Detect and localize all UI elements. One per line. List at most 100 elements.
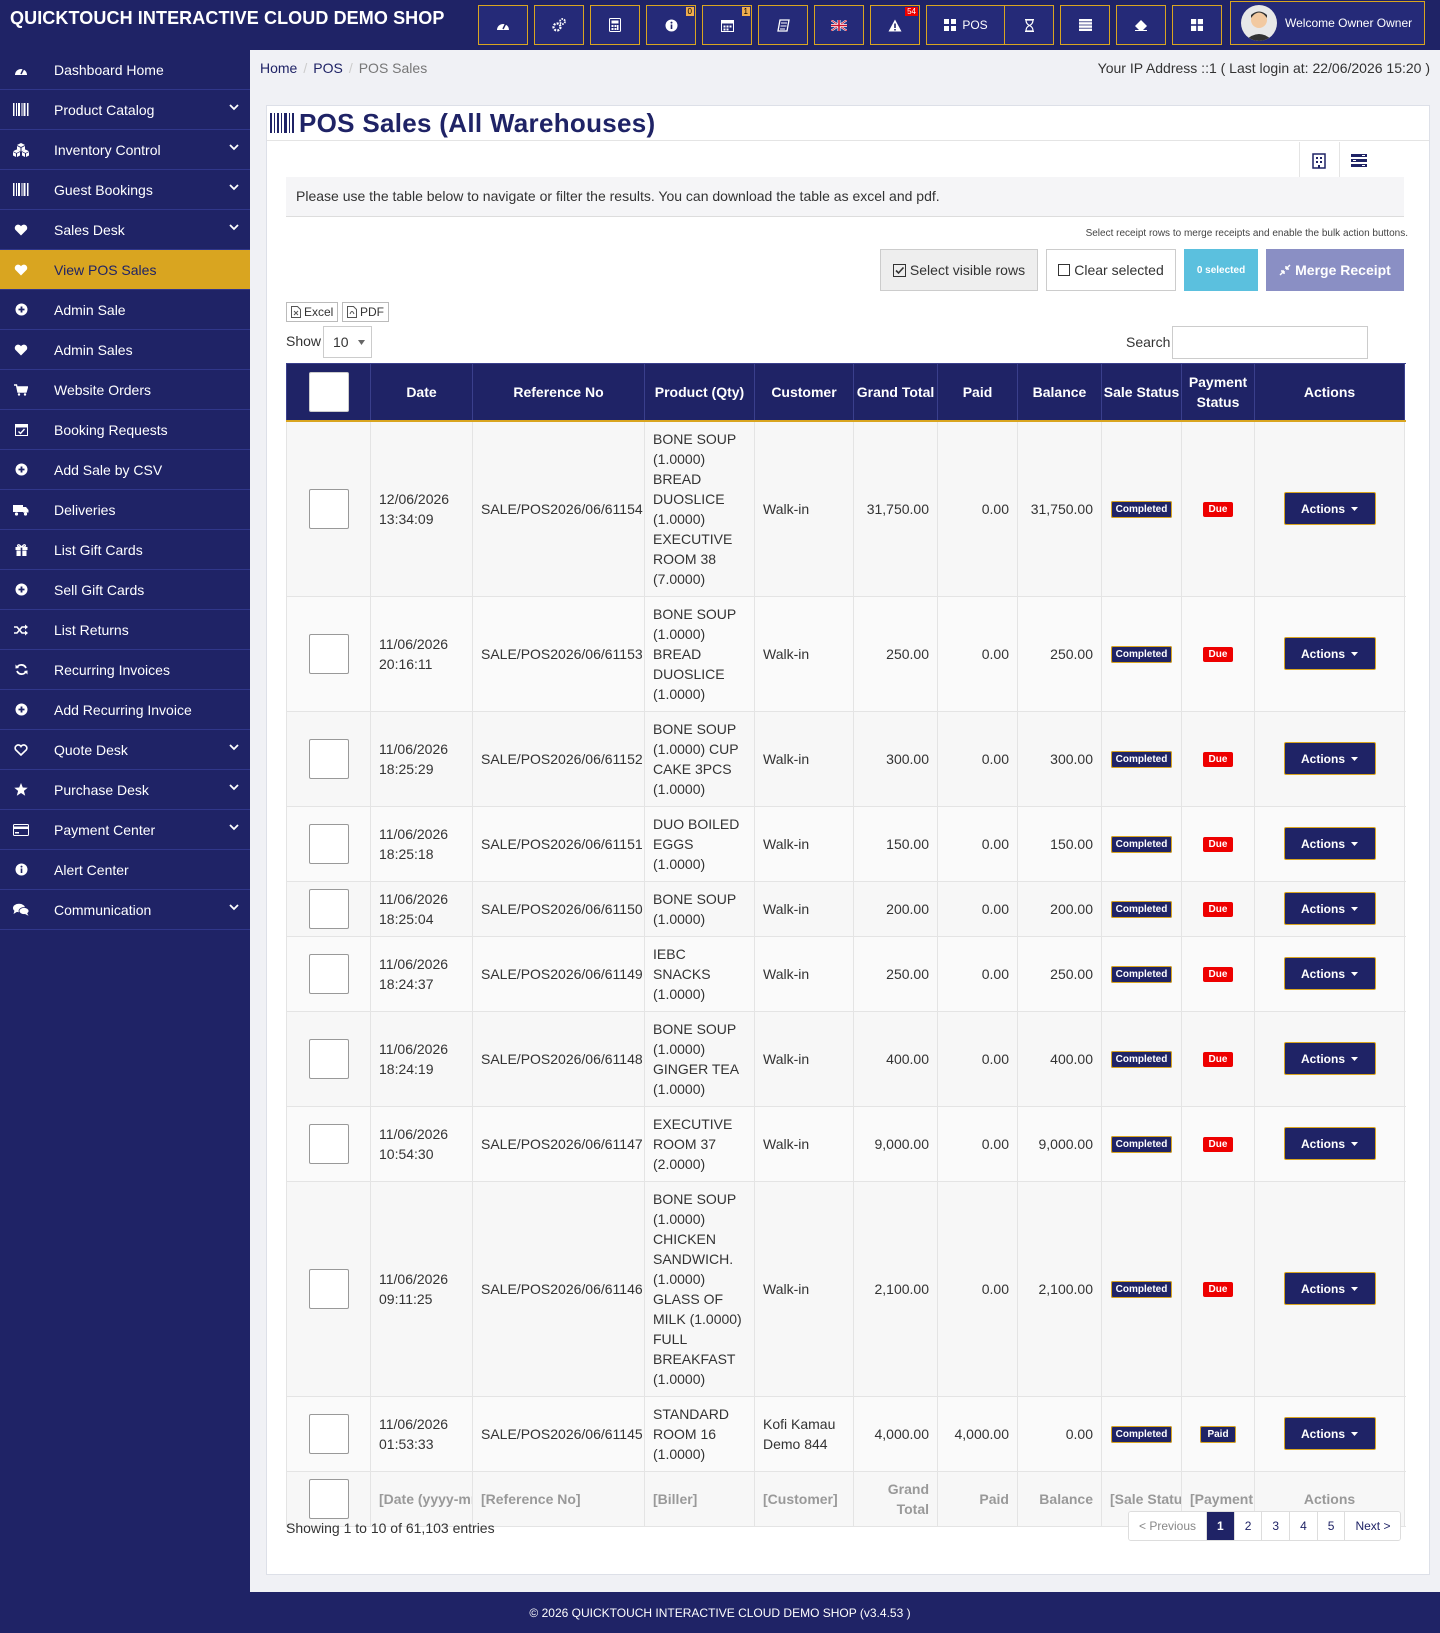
export-pdf-button[interactable]: PDF [342,302,389,322]
actions-dropdown-button[interactable]: Actions [1283,492,1376,525]
column-header-total[interactable]: Grand Total [853,363,938,422]
pagination-next[interactable]: Next > [1345,1512,1401,1540]
table-row[interactable]: 11/06/2026 18:25:18 SALE/POS2026/06/61151… [286,805,1405,882]
register-toolbar-button[interactable] [758,5,808,45]
info-toolbar-button[interactable]: 0 [646,5,696,45]
sidebar-item-add-recurring-invoice[interactable]: Add Recurring Invoice [0,690,250,730]
column-header-action[interactable]: Actions [1254,363,1405,422]
sidebar-item-view-pos-sales[interactable]: View POS Sales [0,250,250,290]
select-all-checkbox[interactable] [308,371,349,412]
sidebar-item-communication[interactable]: Communication [0,890,250,930]
sidebar-item-sales-desk[interactable]: Sales Desk [0,210,250,250]
select-visible-rows-button[interactable]: Select visible rows [880,249,1038,291]
sidebar-item-booking-requests[interactable]: Booking Requests [0,410,250,450]
sidebar-item-dashboard-home[interactable]: Dashboard Home [0,50,250,90]
row-select-checkbox[interactable] [308,888,349,929]
table-row[interactable]: 11/06/2026 20:16:11 SALE/POS2026/06/61153… [286,595,1405,712]
sidebar-item-purchase-desk[interactable]: Purchase Desk [0,770,250,810]
column-header-date[interactable]: Date [370,363,473,422]
table-row[interactable]: 11/06/2026 18:25:04 SALE/POS2026/06/61150… [286,880,1405,937]
sidebar-item-payment-center[interactable]: Payment Center [0,810,250,850]
list-toolbar-button[interactable] [1060,5,1110,45]
pagination-page-2[interactable]: 2 [1234,1512,1263,1540]
tasks-menu-button[interactable] [1339,142,1377,180]
row-select-checkbox[interactable] [308,1038,349,1079]
pagination-page-5[interactable]: 5 [1317,1512,1346,1540]
sidebar-item-deliveries[interactable]: Deliveries [0,490,250,530]
row-select-checkbox[interactable] [308,1413,349,1454]
footer-filter-product[interactable]: [Biller] [644,1470,755,1527]
footer-filter-paid[interactable]: Paid [937,1470,1018,1527]
pagination-page-3[interactable]: 3 [1262,1512,1291,1540]
sidebar-item-website-orders[interactable]: Website Orders [0,370,250,410]
merge-receipt-button[interactable]: Merge Receipt [1266,249,1404,291]
footer-filter-ref[interactable]: [Reference No] [472,1470,645,1527]
breadcrumb-home[interactable]: Home [260,60,297,76]
row-select-checkbox[interactable] [308,953,349,994]
alert-toolbar-button[interactable]: 54 [870,5,920,45]
row-select-checkbox[interactable] [308,1268,349,1309]
sidebar-item-list-gift-cards[interactable]: List Gift Cards [0,530,250,570]
pos-grid-toolbar-button[interactable]: POS [926,5,1006,45]
sidebar-item-add-sale-by-csv[interactable]: Add Sale by CSV [0,450,250,490]
column-header-product[interactable]: Product (Qty) [644,363,755,422]
table-row[interactable]: 11/06/2026 18:24:19 SALE/POS2026/06/61148… [286,1010,1405,1107]
sidebar-item-sell-gift-cards[interactable]: Sell Gift Cards [0,570,250,610]
sidebar-item-alert-center[interactable]: Alert Center [0,850,250,890]
row-select-checkbox[interactable] [308,738,349,779]
table-row[interactable]: 11/06/2026 18:25:29 SALE/POS2026/06/61152… [286,710,1405,807]
actions-dropdown-button[interactable]: Actions [1283,827,1376,860]
column-header-paid[interactable]: Paid [937,363,1018,422]
sidebar-item-inventory-control[interactable]: Inventory Control [0,130,250,170]
actions-dropdown-button[interactable]: Actions [1283,637,1376,670]
footer-filter-total[interactable]: Grand Total [853,1470,938,1527]
row-select-checkbox[interactable] [308,488,349,529]
settings-toolbar-button[interactable] [534,5,584,45]
table-row[interactable]: 11/06/2026 18:24:37 SALE/POS2026/06/61149… [286,935,1405,1012]
clear-selected-button[interactable]: Clear selected [1046,249,1176,291]
actions-dropdown-button[interactable]: Actions [1283,957,1376,990]
sales-report-button[interactable] [1299,142,1337,180]
user-menu-button[interactable]: Welcome Owner Owner [1230,1,1425,45]
pagination-previous[interactable]: < Previous [1129,1512,1208,1540]
footer-filter-customer[interactable]: [Customer] [754,1470,854,1527]
dashboard-toolbar-button[interactable] [478,5,528,45]
column-header-sale-status[interactable]: Sale Status [1101,363,1182,422]
row-select-checkbox[interactable] [308,633,349,674]
hourglass-toolbar-button[interactable] [1004,5,1054,45]
apps-toolbar-button[interactable] [1172,5,1222,45]
column-header-ref[interactable]: Reference No [472,363,645,422]
actions-dropdown-button[interactable]: Actions [1283,742,1376,775]
search-input[interactable] [1172,326,1368,359]
actions-dropdown-button[interactable]: Actions [1283,892,1376,925]
breadcrumb-pos[interactable]: POS [313,60,343,76]
sidebar-item-admin-sale[interactable]: Admin Sale [0,290,250,330]
actions-dropdown-button[interactable]: Actions [1283,1042,1376,1075]
actions-dropdown-button[interactable]: Actions [1283,1272,1376,1305]
pagination-page-4[interactable]: 4 [1290,1512,1318,1540]
table-row[interactable]: 11/06/2026 01:53:33 SALE/POS2026/06/61145… [286,1395,1405,1472]
calculator-toolbar-button[interactable] [590,5,640,45]
eraser-toolbar-button[interactable] [1116,5,1166,45]
table-row[interactable]: 11/06/2026 09:11:25 SALE/POS2026/06/61146… [286,1180,1405,1397]
sidebar-item-product-catalog[interactable]: Product Catalog [0,90,250,130]
sidebar-item-admin-sales[interactable]: Admin Sales [0,330,250,370]
show-entries-select[interactable]: 10 [323,326,372,358]
table-row[interactable]: 12/06/2026 13:34:09 SALE/POS2026/06/61154… [286,420,1405,597]
actions-dropdown-button[interactable]: Actions [1283,1127,1376,1160]
row-select-checkbox[interactable] [308,1123,349,1164]
column-header-balance[interactable]: Balance [1017,363,1102,422]
footer-filter-date[interactable]: [Date (yyyy-mm-dd)] [370,1470,473,1527]
sidebar-item-guest-bookings[interactable]: Guest Bookings [0,170,250,210]
pagination-page-1[interactable]: 1 [1207,1512,1235,1540]
sidebar-item-list-returns[interactable]: List Returns [0,610,250,650]
column-header-payment-status[interactable]: Payment Status [1181,363,1255,422]
actions-dropdown-button[interactable]: Actions [1283,1417,1376,1450]
sidebar-item-quote-desk[interactable]: Quote Desk [0,730,250,770]
language-flag-toolbar-button[interactable] [814,5,864,45]
row-select-checkbox[interactable] [308,823,349,864]
sidebar-item-recurring-invoices[interactable]: Recurring Invoices [0,650,250,690]
export-excel-button[interactable]: Excel [286,302,339,322]
table-row[interactable]: 11/06/2026 10:54:30 SALE/POS2026/06/61147… [286,1105,1405,1182]
brand-title[interactable]: QUICKTOUCH INTERACTIVE CLOUD DEMO SHOP [10,8,444,29]
